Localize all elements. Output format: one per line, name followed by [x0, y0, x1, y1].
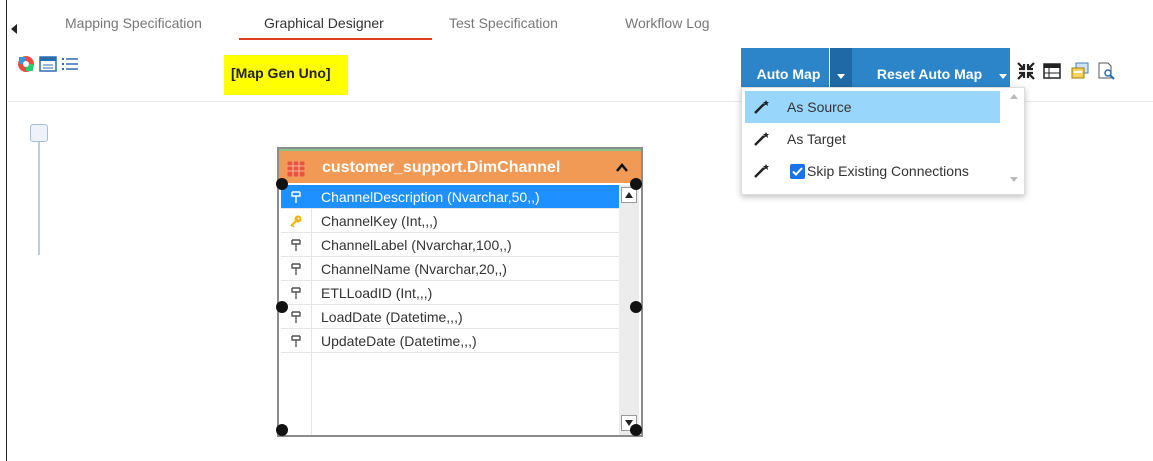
tab-mapping-specification[interactable]: Mapping Specification: [65, 15, 202, 31]
menu-item-label: As Target: [787, 131, 846, 147]
zoom-slider-track[interactable]: [38, 135, 40, 255]
menu-scroll-down-icon[interactable]: [1010, 177, 1018, 182]
export-image-icon[interactable]: [1071, 62, 1089, 80]
menu-item-as-source[interactable]: As Source: [745, 91, 1000, 123]
column-label: ChannelDescription (Nvarchar,50,,): [321, 189, 540, 205]
resize-handle[interactable]: [276, 178, 288, 190]
tab-test-specification[interactable]: Test Specification: [449, 15, 558, 31]
table-row[interactable]: LoadDate (Datetime,,,): [281, 305, 619, 329]
chevron-up-icon[interactable]: [615, 161, 629, 173]
fit-to-screen-icon[interactable]: [1017, 62, 1035, 80]
tab-workflow-log[interactable]: Workflow Log: [625, 15, 710, 31]
entity-header[interactable]: customer_support.DimChannel: [279, 149, 641, 183]
table-row[interactable]: ChannelName (Nvarchar,20,,): [281, 257, 619, 281]
column-label: ChannelLabel (Nvarchar,100,,): [321, 237, 512, 253]
auto-map-menu: As Source As Target Skip Existing Connec…: [741, 87, 1025, 195]
auto-map-button[interactable]: Auto Map: [741, 48, 829, 87]
table-icon: [287, 161, 305, 177]
column-label: LoadDate (Datetime,,,): [321, 309, 463, 325]
column-list: ChannelDescription (Nvarchar,50,,) Channe…: [281, 185, 619, 353]
magic-wand-icon: [753, 131, 771, 147]
reset-auto-map-dropdown-button[interactable]: [996, 48, 1010, 87]
menu-item-label: As Source: [787, 99, 852, 115]
entity-title: customer_support.DimChannel: [322, 159, 561, 176]
palette-icon[interactable]: [17, 55, 35, 73]
chevron-down-icon: [837, 74, 845, 79]
table-row[interactable]: ChannelKey (Int,,,): [281, 209, 619, 233]
column-icon: [289, 190, 303, 204]
auto-map-dropdown-button[interactable]: [830, 48, 852, 87]
resize-handle[interactable]: [276, 424, 288, 436]
active-tab-indicator: [239, 38, 432, 40]
diagram-name-label: [Map Gen Uno]: [224, 55, 348, 95]
table-row[interactable]: UpdateDate (Datetime,,,): [281, 329, 619, 353]
list-icon[interactable]: [61, 55, 79, 73]
menu-item-as-target[interactable]: As Target: [745, 123, 1000, 155]
column-label: ETLLoadID (Int,,,): [321, 285, 433, 301]
window-icon[interactable]: [39, 55, 57, 73]
column-icon: [289, 262, 303, 276]
tab-graphical-designer[interactable]: Graphical Designer: [264, 15, 384, 31]
menu-item-skip-existing-connections[interactable]: Skip Existing Connections: [745, 155, 1000, 187]
table-row[interactable]: ETLLoadID (Int,,,): [281, 281, 619, 305]
column-icon: [289, 334, 303, 348]
resize-handle[interactable]: [630, 424, 642, 436]
chevron-down-icon: [999, 74, 1007, 79]
skip-existing-checkbox[interactable]: [790, 164, 805, 179]
column-label: ChannelName (Nvarchar,20,,): [321, 261, 507, 277]
column-icon: [289, 286, 303, 300]
layout-icon[interactable]: [1043, 62, 1061, 80]
resize-handle[interactable]: [276, 301, 288, 313]
column-label: UpdateDate (Datetime,,,): [321, 333, 477, 349]
entity-box[interactable]: customer_support.DimChannel ChannelDescr…: [277, 147, 643, 437]
menu-scroll-up-icon[interactable]: [1010, 94, 1018, 99]
magic-wand-icon: [753, 99, 771, 115]
zoom-slider-thumb[interactable]: [30, 124, 48, 142]
menu-item-label: Skip Existing Connections: [807, 163, 969, 179]
resize-handle[interactable]: [630, 178, 642, 190]
column-icon: [289, 238, 303, 252]
primary-key-icon: [289, 214, 303, 228]
resize-handle[interactable]: [630, 301, 642, 313]
table-row[interactable]: ChannelDescription (Nvarchar,50,,): [281, 185, 619, 209]
column-icon: [289, 310, 303, 324]
magic-wand-icon: [753, 163, 771, 179]
reset-auto-map-button[interactable]: Reset Auto Map: [852, 48, 997, 87]
print-preview-icon[interactable]: [1097, 62, 1115, 80]
column-label: ChannelKey (Int,,,): [321, 213, 438, 229]
table-row[interactable]: ChannelLabel (Nvarchar,100,,): [281, 233, 619, 257]
collapse-tabs-icon[interactable]: [11, 24, 17, 34]
